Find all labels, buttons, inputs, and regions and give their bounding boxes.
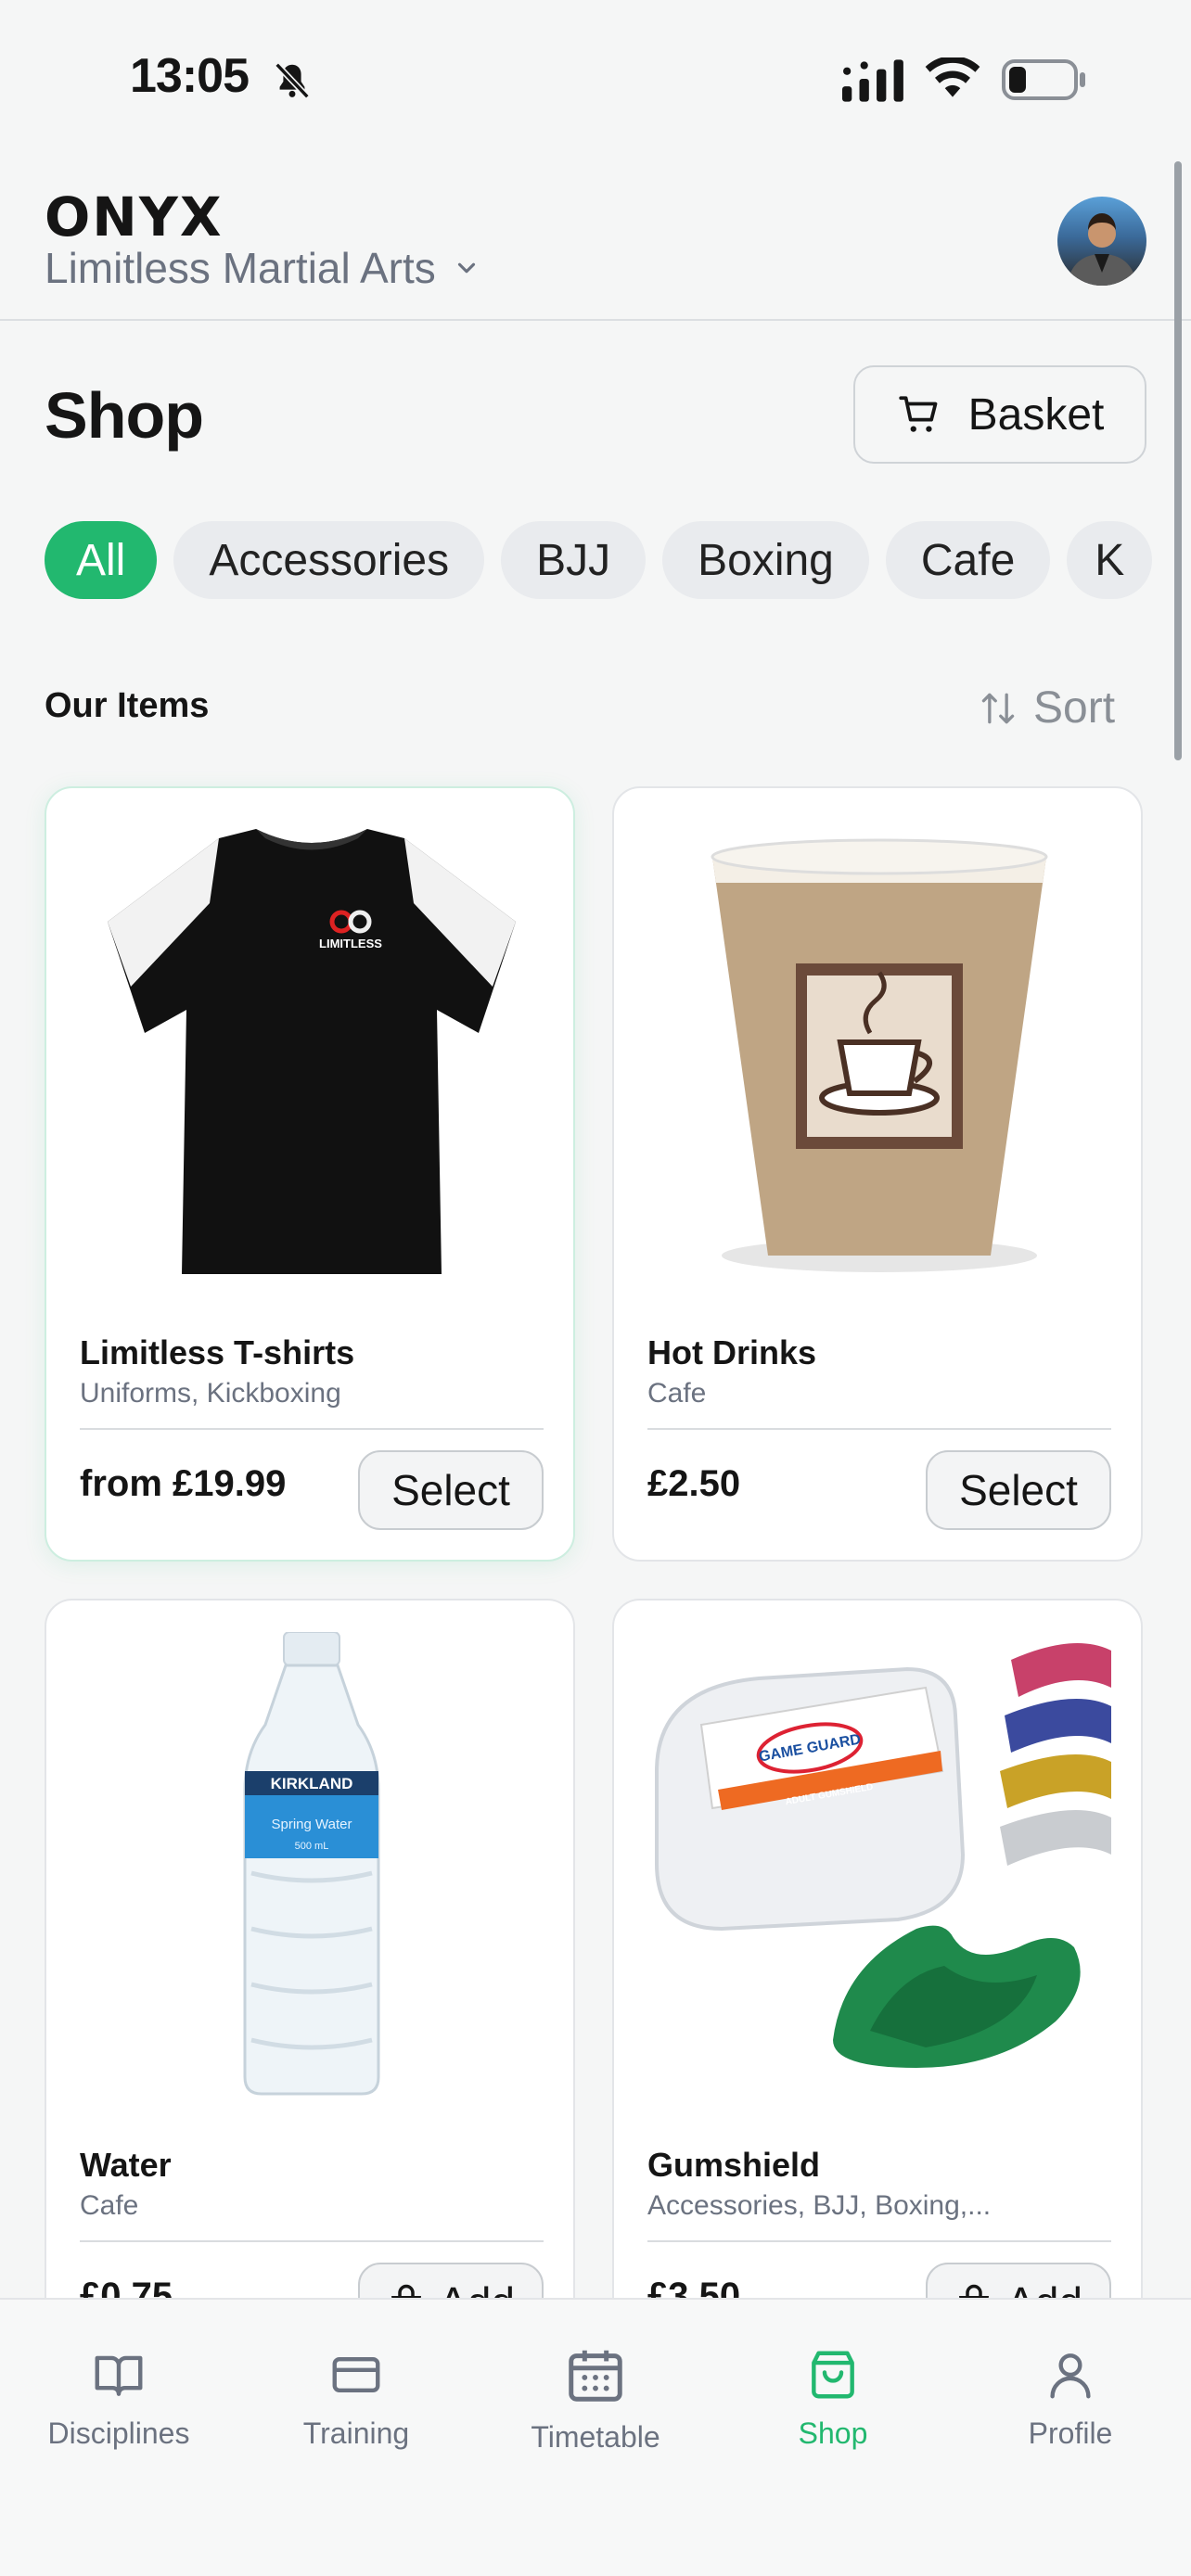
category-chip-cafe[interactable]: Cafe	[885, 521, 1051, 599]
header-divider	[0, 319, 1191, 321]
select-button[interactable]: Select	[358, 1450, 544, 1530]
card-divider	[647, 2240, 1111, 2242]
product-price: from £19.99	[80, 1463, 287, 1504]
product-card-tshirt[interactable]: LIMITLESS Limitless T-shirts Uniforms, K…	[45, 786, 575, 1562]
signal-icon	[842, 59, 903, 102]
product-name: Limitless T-shirts	[80, 1333, 355, 1371]
nav-item-timetable[interactable]: Timetable	[493, 2342, 698, 2455]
water-sub-text: Spring Water	[272, 1817, 352, 1832]
nav-label: Timetable	[531, 2420, 660, 2454]
card-icon	[332, 2357, 380, 2392]
battery-icon	[1002, 59, 1085, 100]
person-icon	[1050, 2353, 1091, 2399]
water-size-text: 500 mL	[295, 1841, 329, 1852]
category-chip-boxing[interactable]: Boxing	[662, 521, 869, 599]
product-name: Hot Drinks	[647, 1333, 817, 1371]
product-name: Water	[80, 2146, 172, 2184]
product-tags: Accessories, BJJ, Boxing,...	[647, 2190, 992, 2221]
nav-item-profile[interactable]: Profile	[968, 2346, 1172, 2451]
sort-button[interactable]: Sort	[978, 682, 1115, 733]
card-divider	[80, 1428, 544, 1430]
avatar-photo	[1067, 213, 1137, 286]
product-tags: Cafe	[647, 1378, 707, 1409]
sort-icon	[981, 693, 1015, 723]
water-bottle-image: KIRKLAND Spring Water 500 mL	[80, 1632, 544, 2096]
page-title: Shop	[45, 379, 204, 452]
category-chip-bjj[interactable]: BJJ	[501, 521, 647, 599]
gumshield-image: GAME GUARD ADULT GUMSHIELD	[647, 1632, 1111, 2096]
product-name: Gumshield	[647, 2146, 821, 2184]
nav-item-training[interactable]: Training	[254, 2346, 458, 2451]
select-button-label: Select	[391, 1466, 510, 1514]
gym-selector[interactable]: Limitless Martial Arts	[45, 243, 480, 293]
tshirt-print-text: LIMITLESS	[319, 937, 382, 950]
bell-muted-icon	[275, 62, 310, 99]
status-time: 13:05	[130, 49, 250, 103]
tshirt-image: LIMITLESS	[80, 820, 544, 1283]
category-chip-all[interactable]: All	[45, 521, 158, 599]
category-chip-k[interactable]: K	[1067, 521, 1153, 599]
gym-name: Limitless Martial Arts	[45, 244, 436, 292]
product-card-hot-drinks[interactable]: Hot Drinks Cafe £2.50 Select	[612, 786, 1143, 1562]
card-divider	[647, 1428, 1111, 1430]
nav-item-disciplines[interactable]: Disciplines	[17, 2346, 221, 2451]
nav-item-shop[interactable]: Shop	[731, 2346, 935, 2451]
chevron-down-icon	[457, 262, 475, 274]
category-filter-bar: All Accessories BJJ Boxing Cafe K	[45, 521, 1158, 599]
basket-button[interactable]: Basket	[853, 365, 1146, 464]
category-chip-accessories[interactable]: Accessories	[173, 521, 485, 599]
basket-label: Basket	[967, 389, 1105, 440]
section-title: Our Items	[45, 686, 210, 725]
product-tags: Uniforms, Kickboxing	[80, 1378, 341, 1409]
cart-icon	[898, 396, 937, 432]
water-brand-text: KIRKLAND	[271, 1775, 353, 1792]
brand-logo: ONYX	[45, 185, 224, 249]
calendar-icon	[569, 2350, 622, 2402]
sort-label: Sort	[1033, 683, 1116, 733]
shopping-bag-icon	[812, 2351, 854, 2399]
avatar[interactable]	[1057, 197, 1146, 286]
wifi-icon	[925, 57, 980, 97]
nav-label: Profile	[1028, 2417, 1113, 2450]
nav-label: Training	[302, 2417, 410, 2450]
hot-drink-cup-image	[647, 820, 1111, 1283]
nav-label: Disciplines	[47, 2417, 190, 2450]
nav-label: Shop	[798, 2417, 868, 2450]
product-price: £2.50	[647, 1463, 741, 1504]
book-icon	[95, 2355, 143, 2396]
select-button[interactable]: Select	[926, 1450, 1111, 1530]
product-card-gumshield[interactable]: GAME GUARD ADULT GUMSHIELD Gumshield Acc…	[612, 1599, 1143, 2340]
card-divider	[80, 2240, 544, 2242]
product-card-water[interactable]: KIRKLAND Spring Water 500 mL Water Cafe …	[45, 1599, 575, 2340]
product-tags: Cafe	[80, 2190, 139, 2221]
scrollbar[interactable]	[1174, 161, 1182, 760]
select-button-label: Select	[959, 1466, 1078, 1514]
